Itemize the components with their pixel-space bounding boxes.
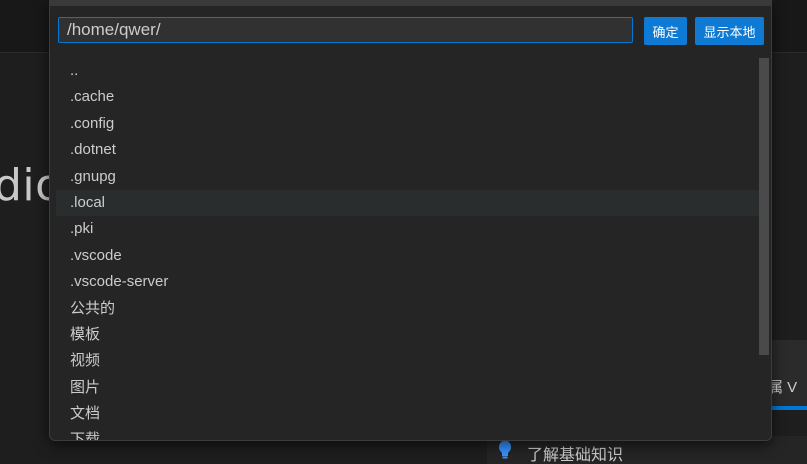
dialog-top-strip	[50, 0, 771, 6]
list-item[interactable]: 视频	[56, 348, 761, 374]
list-item[interactable]: .cache	[56, 84, 761, 110]
list-item[interactable]: 下载	[56, 427, 761, 440]
list-item[interactable]: ..	[56, 58, 761, 84]
list-item[interactable]: .local	[56, 189, 761, 217]
folder-picker-dialog: 确定 显示本地 .. .cache .config .dotnet .gnupg…	[49, 0, 772, 441]
list-scrollbar[interactable]	[759, 58, 769, 355]
list-item[interactable]: .pki	[56, 216, 761, 242]
list-item[interactable]: .config	[56, 111, 761, 137]
list-item[interactable]: 公共的	[56, 296, 761, 322]
list-item[interactable]: 文档	[56, 401, 761, 427]
walkthrough-card-title: 属 V	[768, 379, 798, 396]
path-input[interactable]	[58, 17, 633, 43]
folder-list: .. .cache .config .dotnet .gnupg .local …	[56, 58, 761, 440]
show-local-button[interactable]: 显示本地	[695, 17, 764, 45]
walkthrough-item-label: 了解基础知识	[527, 447, 624, 464]
list-item[interactable]: .dotnet	[56, 137, 761, 163]
confirm-button[interactable]: 确定	[644, 17, 687, 45]
walkthrough-progress-bar	[770, 406, 807, 410]
list-item[interactable]: .vscode-server	[56, 269, 761, 295]
list-item[interactable]: 图片	[56, 375, 761, 401]
list-item[interactable]: .vscode	[56, 243, 761, 269]
lightbulb-icon	[499, 440, 511, 459]
list-item[interactable]: .gnupg	[56, 164, 761, 190]
list-item[interactable]: 模板	[56, 322, 761, 348]
